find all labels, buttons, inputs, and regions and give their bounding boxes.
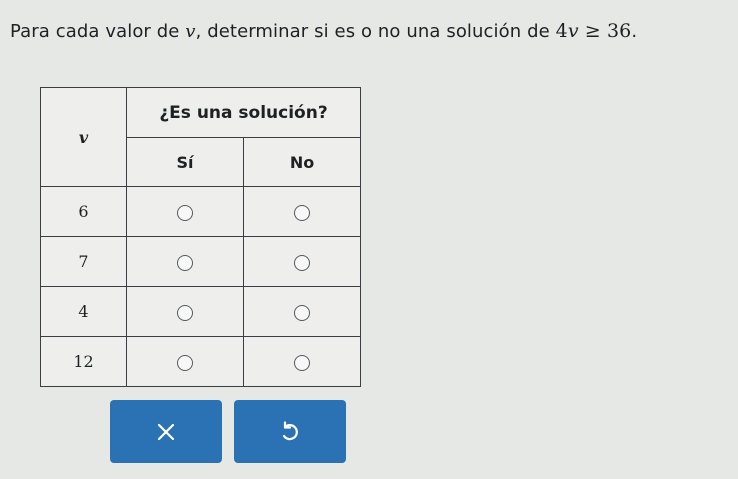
inequality-rhs: 36 (606, 20, 632, 42)
header-no: No (242, 137, 362, 187)
undo-button[interactable] (234, 400, 346, 463)
radio-no[interactable] (294, 254, 310, 271)
radio-yes[interactable] (177, 354, 193, 371)
cell-no[interactable] (242, 186, 362, 237)
question-suffix: . (631, 21, 638, 42)
question-middle: , determinar si es o no una solución de (195, 21, 556, 42)
cell-yes[interactable] (126, 236, 244, 287)
table-row: 4 (40, 286, 362, 337)
radio-yes[interactable] (177, 304, 193, 321)
undo-icon (282, 420, 298, 440)
header-yes: Sí (126, 137, 244, 187)
radio-yes[interactable] (177, 204, 193, 221)
cell-yes[interactable] (126, 336, 244, 387)
cell-no[interactable] (242, 236, 362, 287)
question-prompt: Para cada valor de v, determinar si es o… (10, 20, 637, 42)
header-variable: v (40, 87, 127, 187)
inequality-variable: v (567, 20, 579, 42)
radio-yes[interactable] (177, 254, 193, 271)
row-value: 4 (40, 286, 127, 337)
clear-button[interactable] (110, 400, 222, 463)
row-value: 12 (40, 336, 127, 387)
radio-no[interactable] (294, 304, 310, 321)
cell-no[interactable] (242, 336, 362, 387)
question-prefix: Para cada valor de (10, 21, 186, 42)
header-question: ¿Es una solución? (125, 87, 362, 138)
radio-no[interactable] (294, 354, 310, 371)
solution-table: v ¿Es una solución? Sí No 6 7 4 12 (40, 87, 362, 387)
inequality-operator: ≥ (578, 20, 607, 42)
table-row: 12 (40, 336, 362, 387)
inequality-coef: 4 (555, 20, 568, 42)
cell-yes[interactable] (126, 186, 244, 237)
row-value: 7 (40, 236, 127, 287)
row-value: 6 (40, 186, 127, 237)
table-row: 7 (40, 236, 362, 287)
table-row: 6 (40, 186, 362, 237)
close-icon (157, 423, 175, 440)
question-variable: v (185, 21, 196, 42)
cell-yes[interactable] (126, 286, 244, 337)
radio-no[interactable] (294, 204, 310, 221)
inequality: 4v ≥ 36 (556, 20, 632, 42)
cell-no[interactable] (242, 286, 362, 337)
